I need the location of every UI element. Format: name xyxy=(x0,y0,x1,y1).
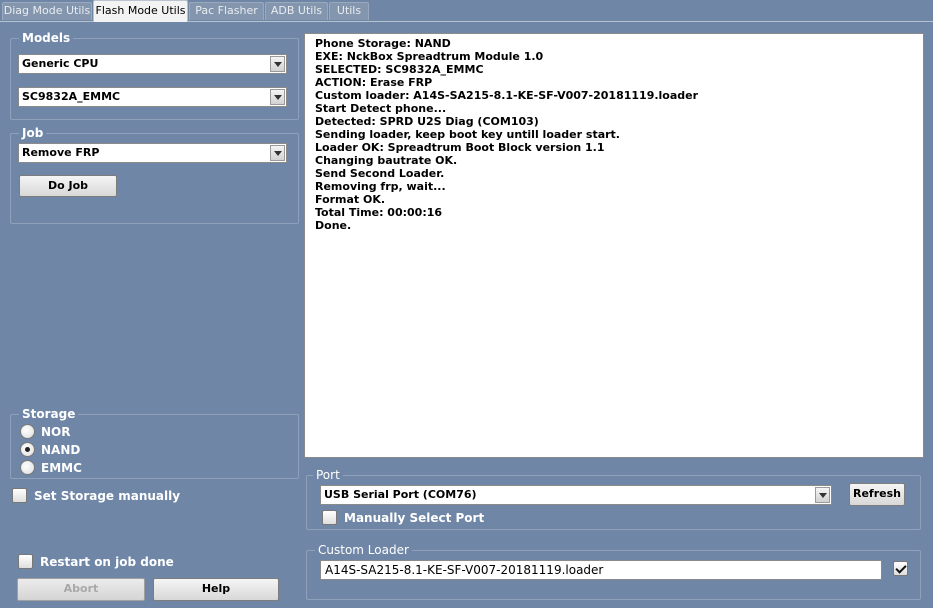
tab-bar: Diag Mode Utils Flash Mode Utils Pac Fla… xyxy=(0,0,933,22)
storage-option-nor[interactable]: NOR xyxy=(20,424,120,440)
storage-title: Storage xyxy=(19,407,79,421)
log-line: Changing bautrate OK. xyxy=(315,154,458,167)
log-line: Phone Storage: NAND xyxy=(315,37,451,50)
models-title: Models xyxy=(19,31,74,45)
port-title: Port xyxy=(313,468,343,482)
checkbox-box[interactable] xyxy=(893,561,908,576)
chevron-down-icon[interactable] xyxy=(270,89,285,105)
checkbox-box[interactable] xyxy=(322,510,337,525)
model-select-value: SC9832A_EMMC xyxy=(22,90,121,103)
tab-flash-mode-utils[interactable]: Flash Mode Utils xyxy=(93,0,188,22)
job-select[interactable]: Remove FRP xyxy=(18,143,287,163)
custom-loader-title: Custom Loader xyxy=(315,543,412,557)
storage-option-nand[interactable]: NAND xyxy=(20,442,120,458)
radio-button[interactable] xyxy=(20,460,35,475)
radio-button[interactable] xyxy=(20,424,35,439)
checkbox-box[interactable] xyxy=(18,554,33,569)
refresh-button[interactable]: Refresh xyxy=(849,483,905,506)
log-line: Start Detect phone... xyxy=(315,102,447,115)
custom-loader-path-input[interactable]: A14S-SA215-8.1-KE-SF-V007-20181119.loade… xyxy=(320,560,882,580)
radio-button[interactable] xyxy=(20,442,35,457)
restart-on-job-done-label: Restart on job done xyxy=(40,555,174,569)
help-button[interactable]: Help xyxy=(153,578,279,601)
manually-select-port-label: Manually Select Port xyxy=(344,511,485,525)
log-line: Detected: SPRD U2S Diag (COM103) xyxy=(315,115,539,128)
log-line: Removing frp, wait... xyxy=(315,180,446,193)
storage-option-emmc[interactable]: EMMC xyxy=(20,460,120,476)
tab-pac-flasher[interactable]: Pac Flasher xyxy=(189,2,264,20)
log-line: EXE: NckBox Spreadtrum Module 1.0 xyxy=(315,50,544,63)
storage-option-label: NAND xyxy=(41,443,81,457)
job-select-value: Remove FRP xyxy=(22,146,100,159)
job-title: Job xyxy=(19,126,47,140)
storage-option-label: NOR xyxy=(41,425,71,439)
tab-utils[interactable]: Utils xyxy=(329,2,369,20)
log-line: Done. xyxy=(315,219,352,232)
log-line: Custom loader: A14S-SA215-8.1-KE-SF-V007… xyxy=(315,89,699,102)
manually-select-port-checkbox[interactable]: Manually Select Port xyxy=(322,510,522,526)
checkbox-box[interactable] xyxy=(12,488,27,503)
log-line: Loader OK: Spreadtrum Boot Block version… xyxy=(315,141,605,154)
models-group xyxy=(10,38,299,120)
do-job-button[interactable]: Do Job xyxy=(19,175,117,197)
log-output[interactable]: Phone Storage: NAND EXE: NckBox Spreadtr… xyxy=(304,33,924,458)
log-line: Format OK. xyxy=(315,193,386,206)
model-select[interactable]: SC9832A_EMMC xyxy=(18,87,287,107)
port-select-value: USB Serial Port (COM76) xyxy=(324,488,477,501)
port-select[interactable]: USB Serial Port (COM76) xyxy=(320,485,832,505)
flash-mode-panel: Models Generic CPU SC9832A_EMMC Job Remo… xyxy=(0,21,933,608)
cpu-select[interactable]: Generic CPU xyxy=(18,54,287,74)
log-line: Sending loader, keep boot key untill loa… xyxy=(315,128,620,141)
storage-option-label: EMMC xyxy=(41,461,82,475)
set-storage-manually-checkbox[interactable]: Set Storage manually xyxy=(12,488,212,504)
cpu-select-value: Generic CPU xyxy=(22,57,99,70)
abort-button[interactable]: Abort xyxy=(17,578,145,601)
log-line: Send Second Loader. xyxy=(315,167,445,180)
log-line: ACTION: Erase FRP xyxy=(315,76,433,89)
log-line: SELECTED: SC9832A_EMMC xyxy=(315,63,484,76)
log-line: Total Time: 00:00:16 xyxy=(315,206,443,219)
chevron-down-icon[interactable] xyxy=(815,487,830,503)
chevron-down-icon[interactable] xyxy=(270,56,285,72)
restart-on-job-done-checkbox[interactable]: Restart on job done xyxy=(18,554,218,570)
tab-adb-utils[interactable]: ADB Utils xyxy=(265,2,328,20)
set-storage-manually-label: Set Storage manually xyxy=(34,489,181,503)
tab-diag-mode-utils[interactable]: Diag Mode Utils xyxy=(2,2,92,20)
chevron-down-icon[interactable] xyxy=(270,145,285,161)
custom-loader-enabled-checkbox[interactable] xyxy=(893,561,911,577)
